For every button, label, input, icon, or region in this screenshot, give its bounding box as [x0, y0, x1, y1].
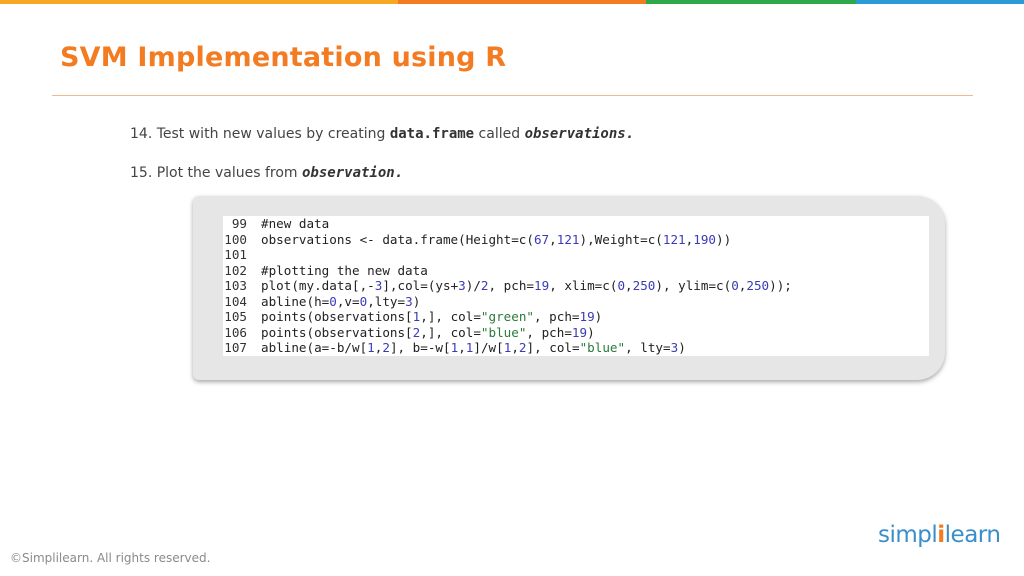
- code-line: 104 abline(h=0,v=0,lty=3): [223, 294, 929, 310]
- step-14-text: 14. Test with new values by creating: [130, 126, 390, 142]
- line-number: 102: [224, 262, 247, 278]
- step-14-code-observations: observations.: [524, 126, 635, 142]
- step-15-code-observation: observation.: [302, 165, 404, 181]
- code-line: 101: [223, 247, 929, 263]
- code-line: 107 abline(a=-b/w[1,2], b=-w[1,1]/w[1,2],…: [223, 340, 929, 356]
- line-number: 106: [224, 324, 247, 340]
- code-line: 100 observations <- data.frame(Height=c(6…: [223, 232, 929, 248]
- step-15: 15. Plot the values from observation.: [130, 165, 403, 181]
- line-number: 105: [224, 309, 247, 324]
- step-14-code-dataframe: data.frame: [389, 126, 475, 142]
- line-number: 107: [224, 340, 247, 355]
- code-editor: 99 #new data 100 observations <- data.frame…: [223, 216, 929, 356]
- step-14-middle-text: called: [474, 126, 525, 142]
- logo-part-simpl: simpl: [878, 522, 938, 548]
- line-number: 104: [224, 293, 247, 309]
- code-text: points(observations[1,], col="green", pc…: [261, 309, 603, 324]
- logo-part-i: i: [937, 522, 945, 548]
- line-number: 101: [224, 247, 247, 262]
- slide-title: SVM Implementation using R: [60, 42, 507, 73]
- line-number: 103: [224, 278, 247, 293]
- code-line: 103 plot(my.data[,-3],col=(ys+3)/2, pch=1…: [223, 278, 929, 294]
- code-text: abline(a=-b/w[1,2], b=-w[1,1]/w[1,2], co…: [261, 340, 686, 355]
- logo-part-learn: learn: [944, 522, 1001, 548]
- code-line: 106 points(observations[2,], col="blue", …: [223, 325, 929, 341]
- code-line: 102 #plotting the new data: [223, 263, 929, 279]
- step-15-text: 15. Plot the values from: [130, 165, 302, 181]
- code-text: #plotting the new data: [261, 262, 428, 278]
- line-number: 100: [224, 231, 247, 247]
- top-bar-segment-orange: [398, 0, 646, 4]
- top-bar-segment-yellow: [0, 0, 398, 4]
- code-text: #new data: [261, 216, 330, 231]
- code-text: abline(h=0,v=0,lty=3): [261, 293, 421, 309]
- top-color-bar: [0, 0, 1024, 4]
- code-line: 99 #new data: [223, 216, 929, 232]
- slide: SVM Implementation using R 14. Test with…: [0, 0, 1024, 576]
- code-text: plot(my.data[,-3],col=(ys+3)/2, pch=19, …: [261, 278, 792, 293]
- copyright-text: ©Simplilearn. All rights reserved.: [10, 551, 211, 565]
- line-number: 99: [231, 216, 247, 231]
- title-divider: [52, 95, 973, 96]
- code-panel: 99 #new data 100 observations <- data.frame…: [193, 196, 945, 380]
- code-text: points(observations[2,], col="blue", pch…: [261, 324, 595, 340]
- code-line: 105 points(observations[1,], col="green",…: [223, 309, 929, 325]
- step-14: 14. Test with new values by creating dat…: [130, 126, 634, 142]
- code-text: observations <- data.frame(Height=c(67,1…: [261, 231, 732, 247]
- top-bar-segment-blue: [856, 0, 1024, 4]
- top-bar-segment-green: [646, 0, 856, 4]
- simplilearn-logo: simplilearn: [878, 522, 1001, 548]
